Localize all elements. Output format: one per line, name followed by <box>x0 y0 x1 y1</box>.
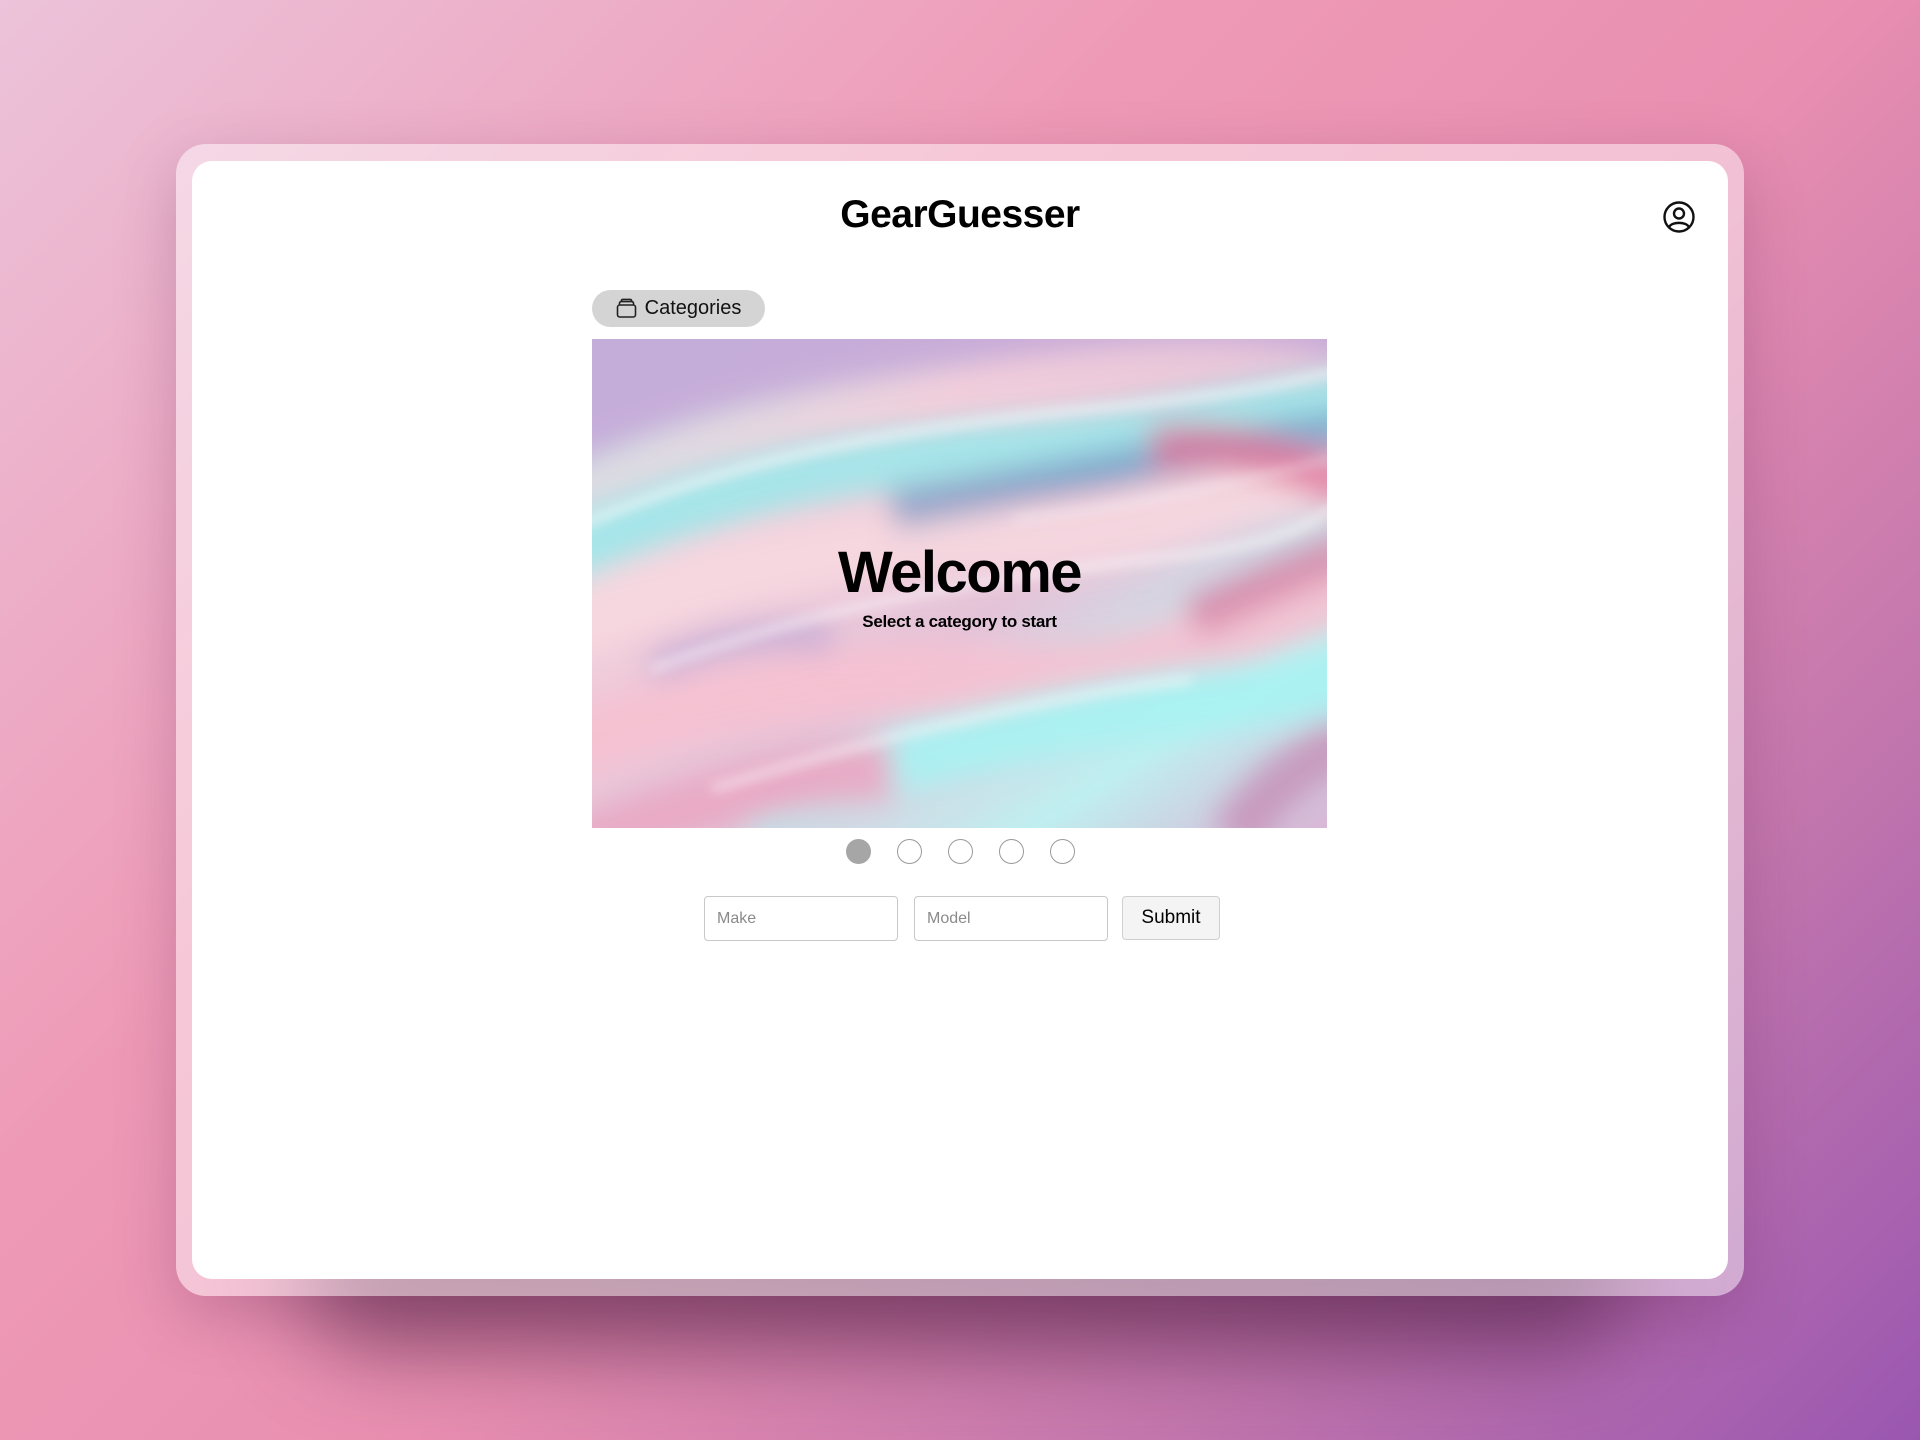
hero-subtitle: Select a category to start <box>862 612 1057 631</box>
app-window: GearGuesser Categories Welcome Select a … <box>192 161 1728 1279</box>
hero-text: Welcome Select a category to start <box>592 544 1327 632</box>
pagination-dot[interactable] <box>896 839 922 864</box>
app-title: GearGuesser <box>840 193 1080 236</box>
profile-button[interactable] <box>1662 200 1696 234</box>
categories-button[interactable]: Categories <box>592 290 765 327</box>
pagination-dot[interactable] <box>998 839 1024 864</box>
categories-label: Categories <box>644 297 742 319</box>
pagination-dot[interactable] <box>1049 839 1075 864</box>
hero-title: Welcome <box>837 540 1083 605</box>
pagination-dot[interactable] <box>845 839 871 864</box>
pagination-dot[interactable] <box>947 839 973 864</box>
card-stack-icon <box>616 298 637 319</box>
submit-button[interactable]: Submit <box>1122 896 1220 940</box>
hero-banner: Welcome Select a category to start <box>592 339 1327 828</box>
model-input[interactable] <box>914 896 1108 941</box>
carousel-pagination <box>192 839 1728 864</box>
make-input[interactable] <box>704 896 898 941</box>
user-circle-icon <box>1663 201 1695 233</box>
